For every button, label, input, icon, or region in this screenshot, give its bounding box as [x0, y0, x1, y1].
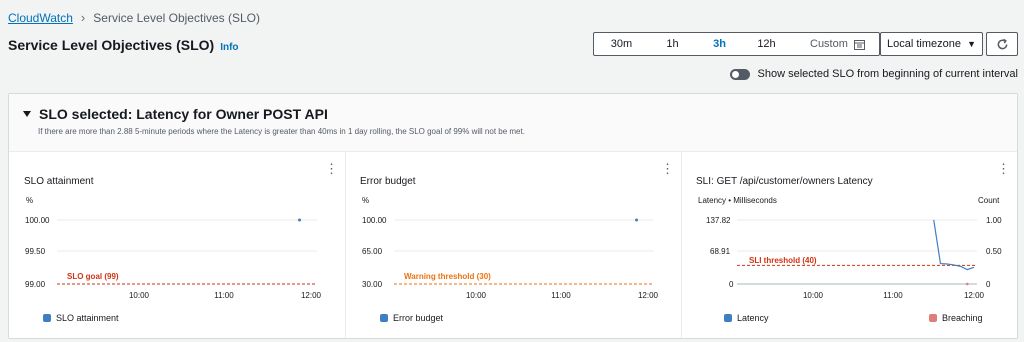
time-range-selector: 30m 1h 3h 12h Custom [593, 32, 880, 56]
range-30m-button[interactable]: 30m [594, 38, 649, 50]
range-3h-button[interactable]: 3h [696, 38, 743, 50]
range-12h-button[interactable]: 12h [743, 38, 790, 50]
legend-item[interactable]: Breaching [929, 313, 983, 323]
legend-label: Error budget [393, 313, 444, 323]
breaching-point [965, 282, 969, 286]
x-tick-label: 12:00 [301, 291, 322, 300]
x-tick-label: 11:00 [214, 291, 234, 300]
slo-expand-toggle[interactable]: SLO selected: Latency for Owner POST API [23, 106, 328, 122]
y2-tick-label: 1.00 [986, 216, 1002, 225]
range-custom-button[interactable]: Custom [790, 38, 865, 50]
page-header: Service Level Objectives (SLO) Info [8, 37, 239, 53]
legend-swatch [43, 314, 51, 322]
more-options-icon[interactable]: ⋮ [325, 162, 338, 175]
threshold-label: SLI threshold (40) [749, 256, 817, 265]
breadcrumb: CloudWatch › Service Level Objectives (S… [8, 10, 260, 25]
y-tick-label: 137.82 [706, 216, 731, 225]
more-options-icon[interactable]: ⋮ [997, 162, 1010, 175]
breadcrumb-cloudwatch-link[interactable]: CloudWatch [8, 11, 73, 25]
sli-latency-panel: SLI: GET /api/customer/owners Latency ⋮ … [682, 152, 1017, 338]
caret-down-icon [23, 111, 31, 117]
latency-line [933, 219, 975, 271]
y-tick-label: 100.00 [362, 216, 387, 225]
calendar-icon [853, 39, 865, 50]
y-tick-label: 100.00 [25, 216, 50, 225]
interval-toggle[interactable] [729, 68, 750, 80]
panel-title: SLI: GET /api/customer/owners Latency [696, 176, 873, 187]
page-title: Service Level Objectives (SLO) [8, 37, 215, 53]
data-point [635, 218, 639, 222]
slo-attainment-chart: SLO goal (99) 100.00 99.50 99.00 10:00 1… [25, 216, 322, 300]
legend-swatch [380, 314, 388, 322]
x-tick-label: 11:00 [883, 291, 903, 300]
timezone-select[interactable]: Local timezone ▼ [880, 32, 983, 56]
slo-description: If there are more than 2.88 5-minute per… [38, 127, 525, 136]
refresh-icon [997, 38, 1007, 49]
x-tick-label: 12:00 [964, 291, 985, 300]
chevron-right-icon: › [80, 10, 86, 25]
range-1h-button[interactable]: 1h [649, 38, 696, 50]
caret-down-icon: ▼ [967, 39, 976, 49]
y2-tick-label: 0 [986, 280, 991, 289]
threshold-label: SLO goal (99) [67, 272, 119, 281]
panel-title: Error budget [360, 176, 416, 187]
legend-item[interactable]: Latency [724, 313, 769, 323]
y-axis-unit: % [362, 196, 370, 205]
error-budget-chart: Warning threshold (30) 100.00 65.00 30.0… [362, 216, 659, 300]
x-tick-label: 10:00 [803, 291, 824, 300]
legend-item[interactable]: Error budget [380, 313, 443, 323]
slo-container: SLO selected: Latency for Owner POST API… [8, 93, 1018, 339]
legend-swatch [929, 314, 937, 322]
y2-tick-label: 0.50 [986, 247, 1002, 256]
interval-toggle-label: Show selected SLO from beginning of curr… [757, 68, 1018, 80]
error-budget-panel: Error budget ⋮ % Warning threshold (30) … [346, 152, 681, 338]
x-tick-label: 11:00 [551, 291, 571, 300]
refresh-button[interactable] [986, 32, 1018, 56]
data-point [298, 218, 302, 222]
slo-attainment-panel: SLO attainment ⋮ % SLO goal (99) 100.00 … [9, 152, 345, 338]
legend-swatch [724, 314, 732, 322]
y-tick-label: 65.00 [362, 247, 383, 256]
y-axis-unit: % [26, 196, 34, 205]
y-tick-label: 99.50 [25, 247, 46, 256]
latency-series [933, 219, 975, 286]
y-tick-label: 30.00 [362, 280, 383, 289]
slo-title: SLO selected: Latency for Owner POST API [39, 106, 328, 122]
info-link[interactable]: Info [220, 42, 238, 53]
y-tick-label: 68.91 [710, 247, 731, 256]
legend-label: Latency [737, 313, 769, 323]
slo-header [9, 94, 1017, 152]
legend-label: Breaching [942, 313, 983, 323]
threshold-label: Warning threshold (30) [404, 272, 491, 281]
legend-label: SLO attainment [56, 313, 119, 323]
custom-label: Custom [810, 38, 848, 50]
y-axis-right-unit: Count [978, 196, 1000, 205]
interval-toggle-row: Show selected SLO from beginning of curr… [729, 68, 1018, 80]
y-axis-left-unit: Latency • Milliseconds [698, 196, 777, 205]
timezone-value: Local timezone [887, 38, 961, 50]
x-tick-label: 12:00 [638, 291, 659, 300]
y-tick-label: 99.00 [25, 280, 46, 289]
x-tick-label: 10:00 [129, 291, 150, 300]
legend-item[interactable]: SLO attainment [43, 313, 119, 323]
panel-title: SLO attainment [24, 176, 94, 187]
sli-latency-chart: SLI threshold (40) 137.82 68.91 0 1.00 0… [706, 216, 1002, 300]
x-tick-label: 10:00 [466, 291, 487, 300]
breadcrumb-current: Service Level Objectives (SLO) [93, 10, 260, 25]
y-tick-label: 0 [729, 280, 734, 289]
more-options-icon[interactable]: ⋮ [661, 162, 674, 175]
